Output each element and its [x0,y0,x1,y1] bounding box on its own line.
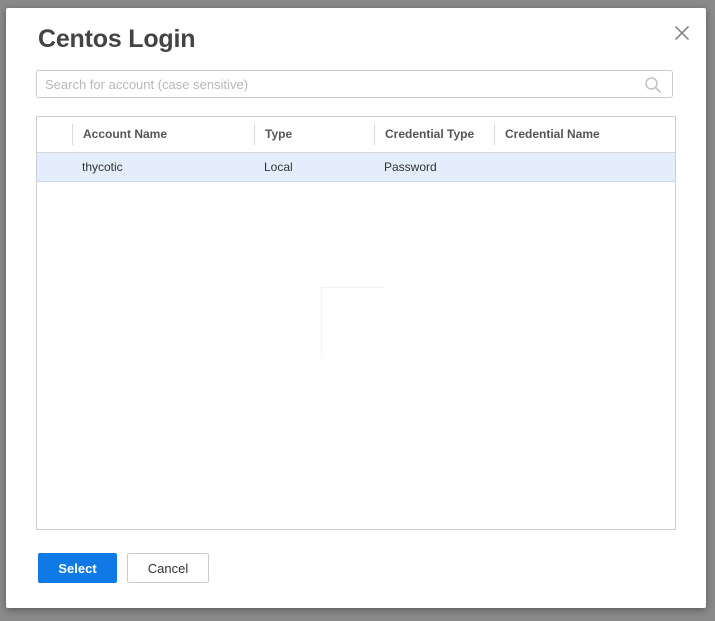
search-input[interactable] [45,71,635,97]
grid-header: Account Name Type Credential Type Creden… [37,117,675,153]
search-box[interactable] [36,70,673,98]
column-header-credential-name[interactable]: Credential Name [495,117,675,152]
cell-credential-name [504,153,674,181]
close-icon [675,26,689,40]
close-button[interactable] [672,23,692,43]
cell-type: Local [264,160,293,174]
column-header-type[interactable]: Type [255,117,374,152]
search-icon[interactable] [644,76,662,94]
cell-account-name: thycotic [82,160,123,174]
cell-credential-type: Password [384,160,437,174]
accounts-grid: Account Name Type Credential Type Creden… [36,116,676,530]
select-button[interactable]: Select [38,553,117,583]
column-header-credential-type[interactable]: Credential Type [375,117,494,152]
column-header-account-name[interactable]: Account Name [73,117,254,152]
dialog-title: Centos Login [38,25,196,53]
loading-placeholder [321,287,384,358]
cancel-button[interactable]: Cancel [127,553,209,583]
table-row[interactable]: thycotic Local Password [37,153,675,182]
account-picker-dialog: Centos Login Account Name Type Credentia… [6,8,706,608]
